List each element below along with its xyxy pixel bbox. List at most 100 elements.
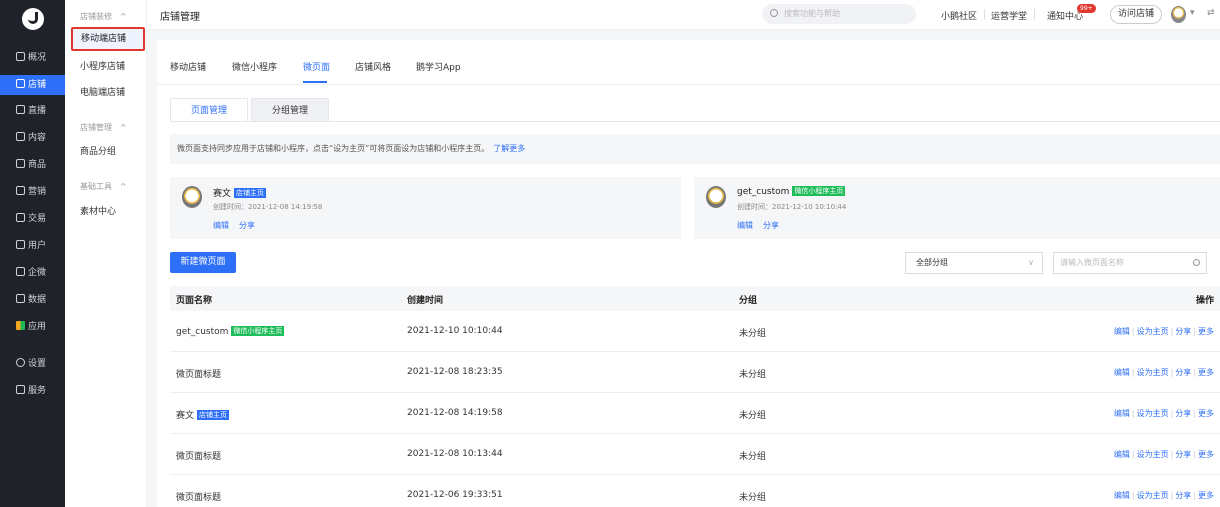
tab-wechat-miniprogram[interactable]: 微信小程序 [232,60,277,73]
sidebar-item-label: 数据 [28,295,47,305]
subnav-item-goods-group[interactable]: 商品分组 [80,144,116,157]
tab-micro-page[interactable]: 微页面 [303,60,330,73]
share-link[interactable]: 分享 [1175,491,1191,500]
group-cell: 未分组 [739,452,767,462]
tab-mobile-shop[interactable]: 移动店铺 [170,60,206,73]
share-link[interactable]: 分享 [1175,327,1191,336]
page-name-cell: 赛文 店铺主页 [176,408,230,421]
edit-link[interactable]: 编辑 [213,221,229,230]
column-header-actions: 操作 [1195,296,1214,306]
more-link[interactable]: 更多 [1198,327,1214,336]
sidebar-item-label: 内容 [28,133,47,143]
tab-learning-app[interactable]: 鹅学习App [416,60,461,73]
global-search-input[interactable]: 搜索功能与帮助 [762,4,916,24]
chevron-down-icon[interactable]: ▾ [1190,8,1195,18]
sub-navigation: 店铺装修 ^ 移动端店铺 小程序店铺 电脑端店铺 店铺管理 ^ 商品分组 基础工具 ^… [65,0,147,507]
set-homepage-link[interactable]: 设为主页 [1137,409,1169,418]
sidebar-item-user[interactable]: 用户 [0,236,65,256]
subnav-item-pc-shop[interactable]: 电脑端店铺 [80,85,125,98]
page-name-cell: 微页面标题 [176,370,222,380]
set-homepage-link[interactable]: 设为主页 [1137,450,1169,459]
group-cell: 未分组 [739,370,767,380]
subnav-item-material-center[interactable]: 素材中心 [80,204,116,217]
sidebar-item-label: 应用 [28,322,47,332]
more-link[interactable]: 更多 [1198,368,1214,377]
sidebar-item-apps[interactable]: 应用 [0,317,65,337]
more-link[interactable]: 更多 [1198,491,1214,500]
sidebar-item-service[interactable]: 服务 [0,381,65,401]
created-time: 创建时间：2021-12-10 10:10:44 [737,203,847,211]
page-name: 赛文 [176,411,195,421]
sidebar-item-live[interactable]: 直播 [0,101,65,121]
edit-link[interactable]: 编辑 [1114,491,1130,500]
more-link[interactable]: 更多 [1198,409,1214,418]
page-search-input[interactable]: 请输入微页面名称 [1053,252,1207,274]
learn-more-link[interactable]: 了解更多 [493,144,525,153]
sidebar-item-shop[interactable]: 店铺 [0,75,65,95]
new-micro-page-button[interactable]: 新建微页面 [170,252,236,273]
set-homepage-link[interactable]: 设为主页 [1137,327,1169,336]
set-homepage-link[interactable]: 设为主页 [1137,491,1169,500]
column-header-time: 创建时间 [407,296,444,306]
sidebar-item-goods[interactable]: 商品 [0,155,65,175]
row-actions: 编辑 | 设为主页 | 分享 | 更多 [1113,409,1214,418]
subnav-group-tools[interactable]: 基础工具 ^ [80,181,127,192]
subnav-group-management[interactable]: 店铺管理 ^ [80,122,127,133]
academy-link[interactable]: 运营学堂 [991,9,1027,22]
sidebar-item-content[interactable]: 内容 [0,128,65,148]
group-label: 店铺管理 [80,123,112,132]
switch-icon[interactable]: ⇄ [1207,8,1215,18]
subnav-item-miniprogram-shop[interactable]: 小程序店铺 [80,59,125,72]
settings-icon [16,358,25,367]
share-link[interactable]: 分享 [1175,368,1191,377]
group-filter-select[interactable]: 全部分组 ∨ [905,252,1043,274]
share-link[interactable]: 分享 [239,221,255,230]
subnav-group-decoration[interactable]: 店铺装修 ^ [80,11,127,22]
main-content: 移动店铺 微信小程序 微页面 店铺风格 鹅学习App 页面管理 分组管理 微页面… [147,30,1220,507]
share-link[interactable]: 分享 [763,221,779,230]
select-value: 全部分组 [916,258,948,267]
share-link[interactable]: 分享 [1175,409,1191,418]
row-actions: 编辑 | 设为主页 | 分享 | 更多 [1113,491,1214,500]
share-link[interactable]: 分享 [1175,450,1191,459]
logo-icon[interactable] [22,8,44,30]
edit-link[interactable]: 编辑 [1114,327,1130,336]
sidebar-item-data[interactable]: 数据 [0,290,65,310]
chart-icon [16,52,25,61]
homepage-name: get_custom 微信小程序主页 [737,186,846,197]
sidebar-item-trade[interactable]: 交易 [0,209,65,229]
set-homepage-link[interactable]: 设为主页 [1137,368,1169,377]
subtab-group-management[interactable]: 分组管理 [251,98,329,122]
created-time-cell: 2021-12-10 10:10:44 [407,326,503,336]
page-name-cell: 微页面标题 [176,493,222,503]
sidebar-item-label: 用户 [28,241,47,251]
user-icon [16,240,25,249]
subtab-page-management[interactable]: 页面管理 [170,98,248,122]
sidebar-item-overview[interactable]: 概况 [0,48,65,68]
service-icon [16,385,25,394]
sidebar-item-wecom[interactable]: 企微 [0,263,65,283]
chevron-up-icon: ^ [120,123,127,132]
tab-shop-style[interactable]: 店铺风格 [355,60,391,73]
edit-link[interactable]: 编辑 [1114,409,1130,418]
notice-text: 微页面支持同步应用于店铺和小程序，点击“设为主页”可将页面设为店铺和小程序主页。 [177,144,490,153]
subnav-item-mobile-shop[interactable]: 移动端店铺 [71,27,145,51]
avatar[interactable] [1171,6,1186,23]
sidebar-item-marketing[interactable]: 营销 [0,182,65,202]
community-link[interactable]: 小鹅社区 [941,9,977,22]
divider [984,9,985,20]
edit-link[interactable]: 编辑 [1114,450,1130,459]
shop-icon [16,79,25,88]
page-name-cell: 微页面标题 [176,452,222,462]
edit-link[interactable]: 编辑 [1114,368,1130,377]
chevron-down-icon: ∨ [1028,258,1034,267]
edit-link[interactable]: 编辑 [737,221,753,230]
table-header: 页面名称 创建时间 分组 操作 [170,286,1220,311]
more-link[interactable]: 更多 [1198,450,1214,459]
table-row: 微页面标题 2021-12-08 10:13:44 未分组 编辑 | 设为主页 | 分享… [170,434,1220,475]
sidebar-item-settings[interactable]: 设置 [0,354,65,374]
visit-shop-button[interactable]: 访问店铺 [1110,5,1162,24]
divider [157,84,1220,85]
homepage-actions: 编辑 分享 [213,220,265,231]
table-row: get_custom 微信小程序主页 2021-12-10 10:10:44 未分… [170,311,1220,352]
